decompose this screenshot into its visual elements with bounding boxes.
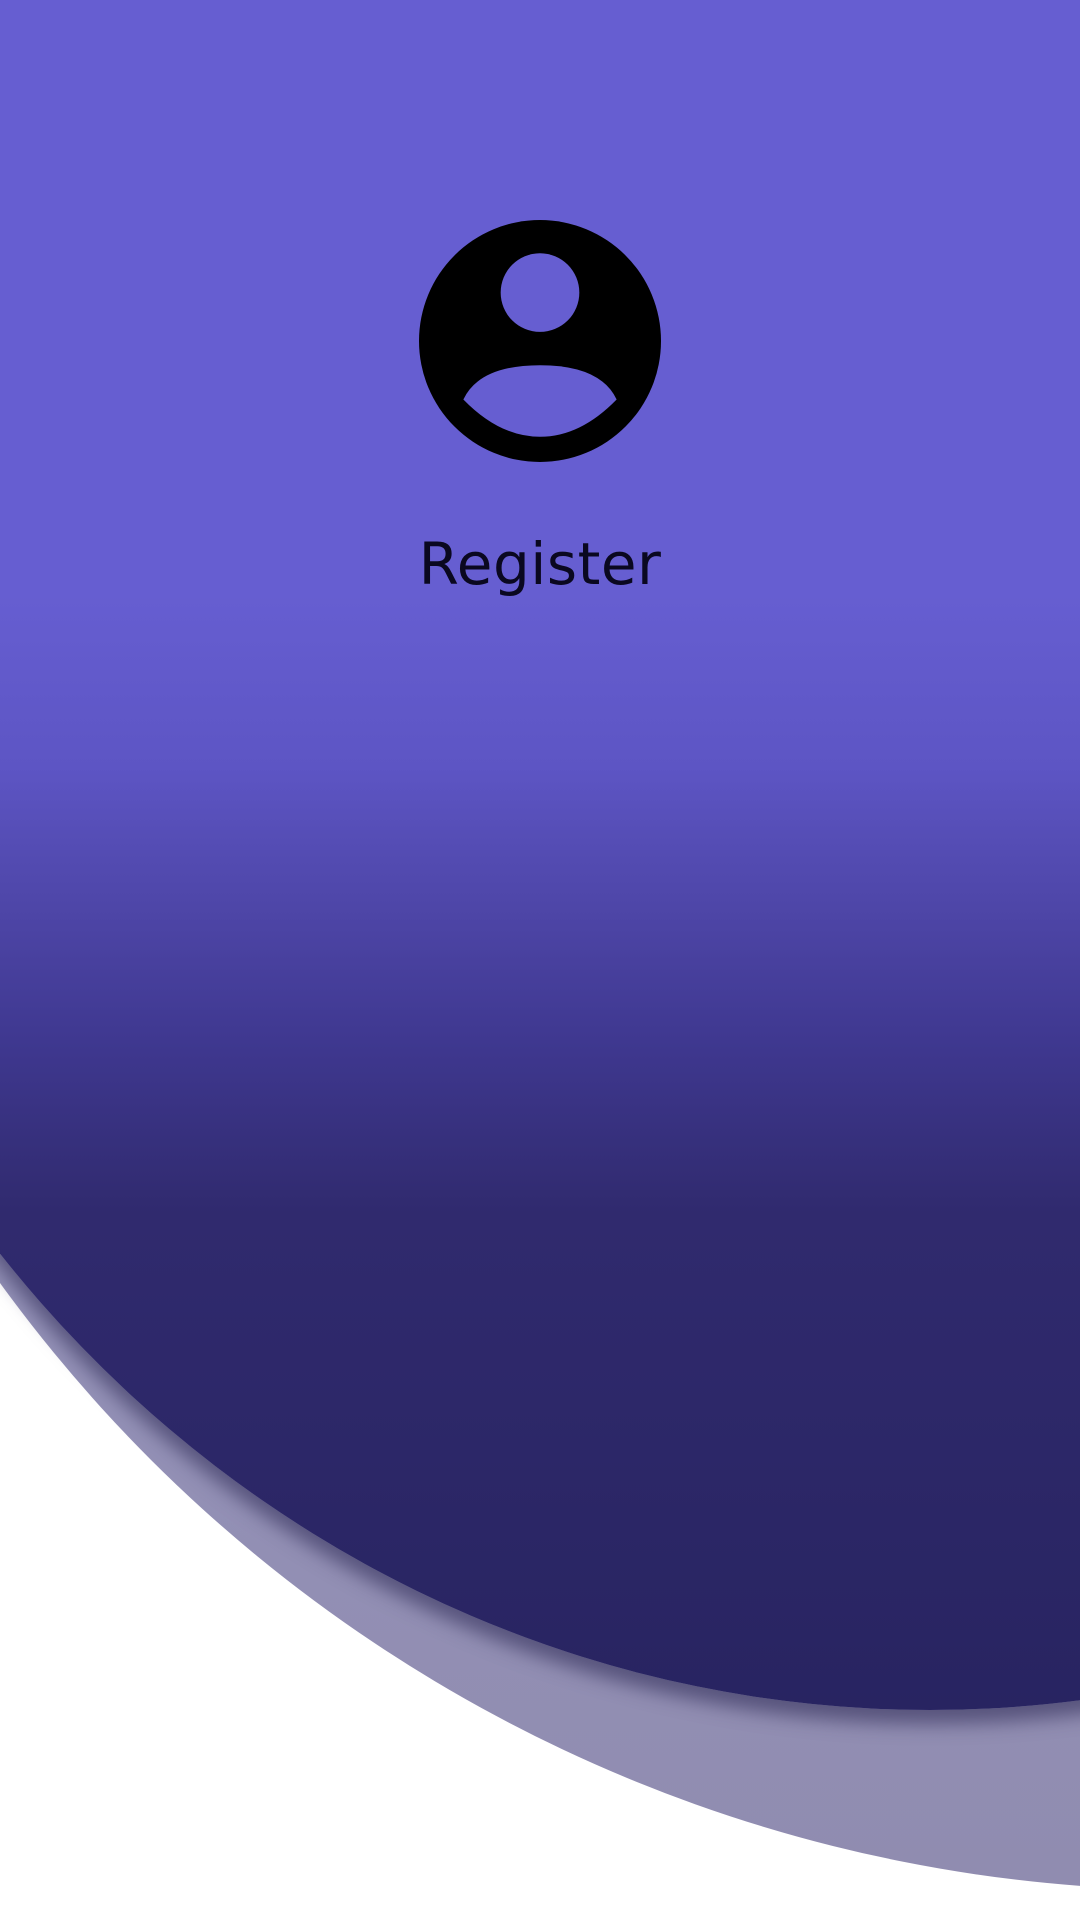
page-title: Register bbox=[418, 530, 662, 598]
register-screen: Register bbox=[0, 0, 1080, 1920]
account-circle-icon bbox=[419, 220, 661, 462]
